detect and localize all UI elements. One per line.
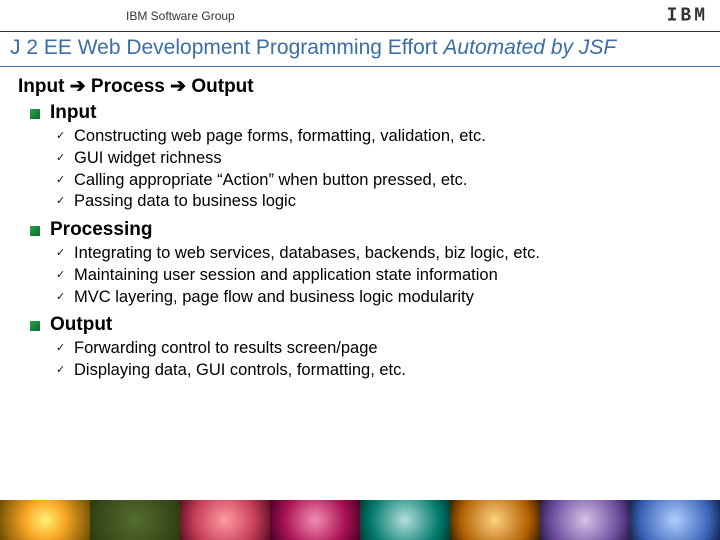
bullet-list: Integrating to web services, databases, … xyxy=(74,243,702,308)
list-item: Constructing web page forms, formatting,… xyxy=(74,126,702,148)
list-item: Forwarding control to results screen/pag… xyxy=(74,338,702,360)
swatch-icon xyxy=(180,500,270,540)
section-head-input: Input xyxy=(50,102,702,124)
ipo-input: Input xyxy=(18,76,64,97)
arrow-icon: ➔ xyxy=(70,76,86,97)
swatch-icon xyxy=(450,500,540,540)
arrow-icon: ➔ xyxy=(170,76,186,97)
title-plain: J 2 EE Web Development Programming Effor… xyxy=(10,36,443,59)
bullet-list: Constructing web page forms, formatting,… xyxy=(74,126,702,213)
swatch-icon xyxy=(630,500,720,540)
title-italic: Automated by JSF xyxy=(443,36,616,59)
list-item: Maintaining user session and application… xyxy=(74,265,702,287)
swatch-icon xyxy=(540,500,630,540)
list-item: GUI widget richness xyxy=(74,148,702,170)
swatch-icon xyxy=(360,500,450,540)
list-item: Passing data to business logic xyxy=(74,191,702,213)
ipo-output: Output xyxy=(191,76,253,97)
list-item: Displaying data, GUI controls, formattin… xyxy=(74,360,702,382)
ipo-process: Process xyxy=(91,76,165,97)
bullet-list: Forwarding control to results screen/pag… xyxy=(74,338,702,382)
ibm-logo: IBM xyxy=(667,5,708,27)
software-group-label: IBM Software Group xyxy=(126,9,235,23)
swatch-icon xyxy=(0,500,90,540)
section-head-output: Output xyxy=(50,314,702,336)
topbar: IBM Software Group IBM xyxy=(0,0,720,32)
ipo-line: Input ➔ Process ➔ Output xyxy=(18,75,702,98)
list-item: Calling appropriate “Action” when button… xyxy=(74,170,702,192)
footer-swatches xyxy=(0,500,720,540)
slide-title: J 2 EE Web Development Programming Effor… xyxy=(0,32,720,67)
list-item: MVC layering, page flow and business log… xyxy=(74,287,702,309)
slide-body: Input ➔ Process ➔ Output Input Construct… xyxy=(0,67,720,382)
swatch-icon xyxy=(270,500,360,540)
list-item: Integrating to web services, databases, … xyxy=(74,243,702,265)
slide: IBM Software Group IBM J 2 EE Web Develo… xyxy=(0,0,720,540)
section-head-processing: Processing xyxy=(50,219,702,241)
swatch-icon xyxy=(90,500,180,540)
